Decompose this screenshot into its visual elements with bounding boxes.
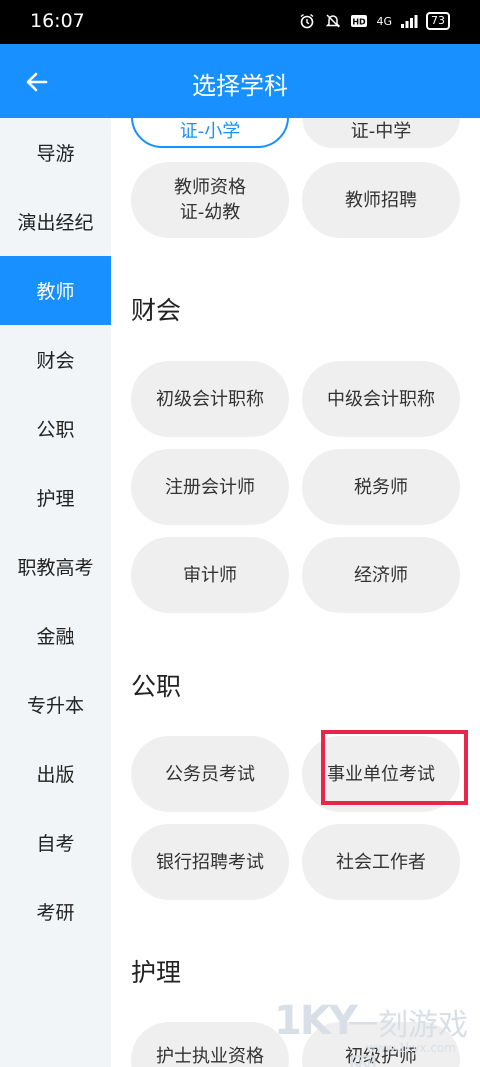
sidebar-item-label: 教师	[36, 281, 75, 303]
watermark-url: www.1kyx.com	[366, 1041, 456, 1055]
sidebar-item-label: 公职	[36, 419, 75, 441]
subject-bank-recruitment-exam[interactable]: 银行招聘考试	[131, 824, 289, 900]
subject-list: 证-小学 证-中学 教师资格 证-幼教 教师招聘 财会 初级会计职称 中级会计职…	[111, 118, 480, 1067]
subject-label: 初级会计职称	[156, 388, 264, 410]
sidebar-item-nursing[interactable]: 护理	[0, 463, 111, 532]
subject-cpa[interactable]: 注册会计师	[131, 449, 289, 525]
sidebar-item-label: 财会	[36, 350, 75, 372]
sidebar-item-self-study[interactable]: 自考	[0, 808, 111, 877]
subject-junior-accountant[interactable]: 初级会计职称	[131, 361, 289, 437]
sidebar-item-label: 出版	[36, 764, 75, 786]
sidebar-item-label: 护理	[36, 488, 75, 510]
subject-label: 证-中学	[350, 120, 412, 142]
category-sidebar: 导游 演出经纪 教师 财会 公职 护理 职教高考 金融 专升本 出版 自考 考研	[0, 118, 111, 1067]
subject-label: 注册会计师	[165, 476, 255, 498]
sidebar-item-upgrade[interactable]: 专升本	[0, 670, 111, 739]
watermark-logo: 1KY	[274, 998, 358, 1044]
sidebar-item-teacher[interactable]: 教师	[0, 256, 111, 325]
watermark: 1KY 一刻游戏网 www.1kyx.com	[268, 990, 480, 1067]
sidebar-item-civil-service[interactable]: 公职	[0, 394, 111, 463]
sidebar-item-accounting[interactable]: 财会	[0, 325, 111, 394]
section-title-accounting: 财会	[131, 296, 182, 325]
subject-label-line2: 证-幼教	[179, 202, 241, 223]
sidebar-item-finance[interactable]: 金融	[0, 601, 111, 670]
subject-label: 公务员考试	[165, 763, 255, 785]
subject-intermediate-accountant[interactable]: 中级会计职称	[302, 361, 460, 437]
mute-bell-icon	[324, 12, 342, 30]
highlight-annotation-box	[321, 730, 468, 805]
section-title-nursing: 护理	[131, 958, 182, 987]
subject-label: 教师招聘	[345, 189, 417, 211]
sidebar-item-label: 职教高考	[17, 557, 94, 579]
subject-teacher-recruitment[interactable]: 教师招聘	[302, 162, 460, 238]
app-bar: 选择学科	[0, 44, 480, 118]
subject-nurse-license[interactable]: 护士执业资格	[131, 1022, 289, 1067]
page-title: 选择学科	[192, 72, 288, 100]
sidebar-item-label: 导游	[36, 143, 75, 165]
subject-tax-advisor[interactable]: 税务师	[302, 449, 460, 525]
subject-label: 税务师	[354, 476, 408, 498]
subject-label: 中级会计职称	[327, 388, 435, 410]
network-label: 4G	[376, 14, 392, 28]
status-icons: HD 4G 73	[298, 12, 450, 30]
subject-label: 护士执业资格	[156, 1045, 264, 1067]
subject-social-worker[interactable]: 社会工作者	[302, 824, 460, 900]
sidebar-item-label: 演出经纪	[17, 212, 94, 234]
sidebar-item-performance-broker[interactable]: 演出经纪	[0, 187, 111, 256]
subject-label: 证-小学	[179, 120, 241, 142]
sidebar-item-label: 考研	[36, 902, 75, 924]
sidebar-item-label: 自考	[36, 833, 75, 855]
subject-teacher-primary[interactable]: 证-小学	[131, 118, 289, 148]
sidebar-item-label: 专升本	[26, 695, 84, 717]
watermark-text: 一刻游戏网	[348, 1008, 468, 1067]
subject-label: 社会工作者	[336, 851, 426, 873]
status-bar: 16:07 HD 4G 73	[0, 0, 480, 44]
subject-label: 经济师	[354, 564, 408, 586]
status-time: 16:07	[30, 10, 85, 32]
battery-icon: 73	[426, 12, 450, 30]
subject-label-line1: 教师资格	[174, 177, 246, 198]
subject-label-group: 教师资格 证-幼教	[174, 175, 246, 225]
svg-text:HD: HD	[353, 18, 367, 27]
subject-label: 审计师	[183, 564, 237, 586]
sidebar-item-postgraduate[interactable]: 考研	[0, 877, 111, 946]
subject-label: 银行招聘考试	[156, 851, 264, 873]
hd-icon: HD	[350, 12, 368, 30]
sidebar-item-label: 金融	[36, 626, 75, 648]
subject-teacher-secondary[interactable]: 证-中学	[302, 118, 460, 148]
subject-economist[interactable]: 经济师	[302, 537, 460, 613]
sidebar-item-vocational-exam[interactable]: 职教高考	[0, 532, 111, 601]
section-title-civil-service: 公职	[131, 672, 182, 701]
signal-icon	[400, 12, 418, 30]
sidebar-item-tour-guide[interactable]: 导游	[0, 118, 111, 187]
alarm-icon	[298, 12, 316, 30]
sidebar-item-publishing[interactable]: 出版	[0, 739, 111, 808]
subject-teacher-preschool[interactable]: 教师资格 证-幼教	[131, 162, 289, 238]
subject-auditor[interactable]: 审计师	[131, 537, 289, 613]
subject-civil-servant-exam[interactable]: 公务员考试	[131, 736, 289, 812]
